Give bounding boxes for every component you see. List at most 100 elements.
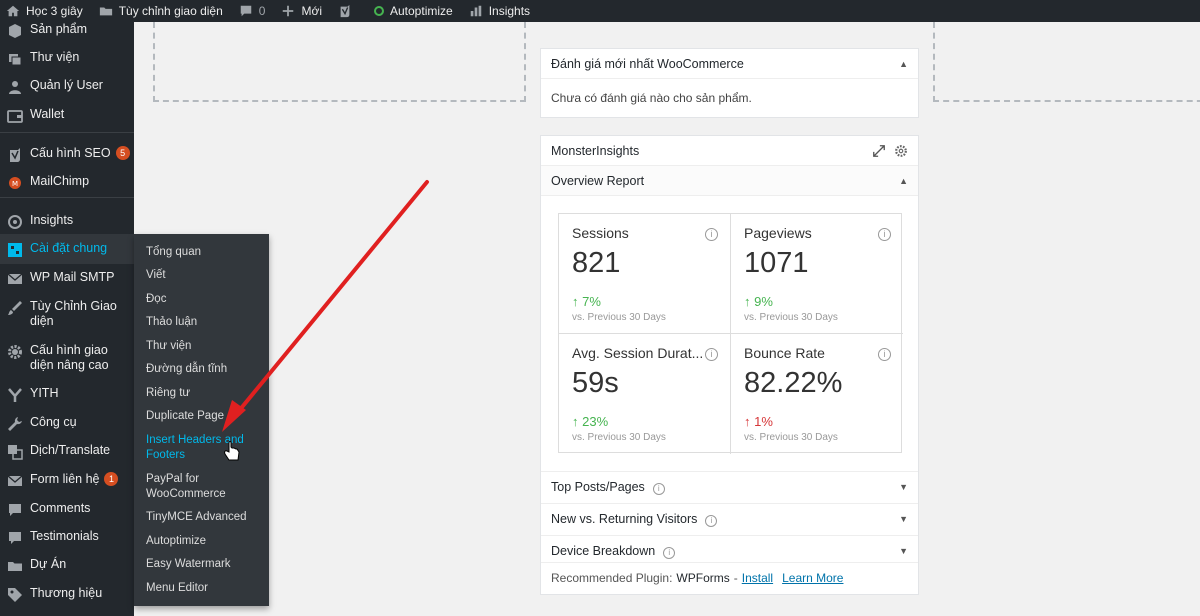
sidebar-item-mailchimp[interactable]: M MailChimp xyxy=(0,174,134,192)
install-link[interactable]: Install xyxy=(742,571,773,585)
mailchimp-icon: M xyxy=(6,174,24,192)
sidebar-item-insights[interactable]: Insights xyxy=(0,213,134,231)
adminbar-yoast[interactable] xyxy=(338,0,358,22)
submenu-item-easy-watermark[interactable]: Easy Watermark xyxy=(146,557,264,572)
separator-dash: - xyxy=(733,570,738,585)
media-icon xyxy=(6,50,24,68)
expand-caret-icon[interactable]: ▼ xyxy=(899,546,908,556)
adminbar-site[interactable]: Học 3 giây xyxy=(6,0,83,22)
stat-card: Avg. Session Durat... i 59s ↑ 23% vs. Pr… xyxy=(559,334,731,454)
info-icon[interactable]: i xyxy=(878,228,891,241)
expand-icon[interactable] xyxy=(872,144,886,158)
info-icon[interactable]: i xyxy=(705,348,718,361)
submenu-item-discussion[interactable]: Thảo luận xyxy=(146,315,264,330)
svg-text:M: M xyxy=(12,180,18,188)
sidebar-item-users[interactable]: Quản lý User xyxy=(0,78,134,96)
product-icon xyxy=(6,22,24,40)
submenu-item-media[interactable]: Thư viện xyxy=(146,339,264,354)
sidebar-item-products[interactable]: Sản phẩm xyxy=(0,22,134,40)
sidebar-item-label: Insights xyxy=(30,213,74,227)
stat-period: vs. Previous 30 Days xyxy=(744,432,838,443)
stat-change: ↑ 23% xyxy=(572,414,609,429)
stat-title: Avg. Session Durat... xyxy=(572,345,704,361)
expand-caret-icon[interactable]: ▼ xyxy=(899,482,908,492)
stat-period: vs. Previous 30 Days xyxy=(572,312,666,323)
yoast-icon xyxy=(6,146,24,164)
recommended-plugin-name: WPForms xyxy=(676,570,730,585)
submenu-item-tinymce[interactable]: TinyMCE Advanced xyxy=(146,510,264,525)
expand-caret-icon[interactable]: ▼ xyxy=(899,514,908,524)
submenu-item-insert-headers-footers[interactable]: Insert Headers and Footers xyxy=(146,433,246,463)
sidebar-item-brands[interactable]: Thương hiệu xyxy=(0,586,134,604)
adminbar-new-label: Mới xyxy=(301,4,322,18)
overview-report-header[interactable]: Overview Report ▲ xyxy=(541,166,918,196)
adminbar-new[interactable]: Mới xyxy=(281,0,322,22)
submenu-item-autoptimize[interactable]: Autoptimize xyxy=(146,534,264,549)
widget-header: MonsterInsights xyxy=(541,136,918,166)
submenu-item-paypal[interactable]: PayPal for WooCommerce xyxy=(146,472,236,502)
submenu-item-menu-editor[interactable]: Menu Editor xyxy=(146,581,264,596)
sidebar-item-settings[interactable]: Cài đặt chung xyxy=(0,234,134,264)
user-icon xyxy=(6,78,24,96)
notification-badge: 1 xyxy=(104,472,119,486)
comment-icon xyxy=(239,4,253,18)
sidebar-item-comments[interactable]: Comments xyxy=(0,501,134,519)
info-icon[interactable]: i xyxy=(705,228,718,241)
submenu-item-privacy[interactable]: Riêng tư xyxy=(146,386,264,401)
stat-title: Sessions xyxy=(572,225,629,241)
gear-icon[interactable] xyxy=(894,144,908,158)
sidebar-item-translate[interactable]: Dịch/Translate xyxy=(0,443,134,461)
widget-title: Đánh giá mới nhất WooCommerce xyxy=(551,56,744,71)
translate-icon xyxy=(6,443,24,461)
stat-card: Bounce Rate i 82.22% ↑ 1% vs. Previous 3… xyxy=(731,334,903,454)
submenu-item-writing[interactable]: Viết xyxy=(146,268,264,283)
info-icon[interactable]: i xyxy=(878,348,891,361)
section-new-returning[interactable]: New vs. Returning Visitors i ▼ xyxy=(541,503,918,534)
adminbar-autoptimize[interactable]: Autoptimize xyxy=(374,0,453,22)
section-title: New vs. Returning Visitors xyxy=(551,511,698,526)
adminbar-insights[interactable]: Insights xyxy=(469,0,530,22)
wallet-icon xyxy=(6,107,24,125)
info-icon[interactable]: i xyxy=(663,546,676,559)
section-top-posts[interactable]: Top Posts/Pages i ▼ xyxy=(541,471,918,502)
sidebar-item-advanced-theme[interactable]: Cấu hình giao diện nâng cao xyxy=(0,343,134,373)
sidebar-item-projects[interactable]: Dự Án xyxy=(0,557,134,575)
sidebar-item-label: Cấu hình giao diện nâng cao xyxy=(30,343,109,372)
submenu-item-duplicate-page[interactable]: Duplicate Page xyxy=(146,409,264,424)
adminbar-comments[interactable]: 0 xyxy=(239,0,265,22)
sidebar-item-yith[interactable]: YITH xyxy=(0,386,134,404)
sidebar-item-label: Testimonials xyxy=(30,529,99,543)
info-icon[interactable]: i xyxy=(652,482,665,495)
adminbar-site-label: Học 3 giây xyxy=(26,4,83,18)
sidebar-item-wallet[interactable]: Wallet xyxy=(0,107,134,125)
widget-header[interactable]: Đánh giá mới nhất WooCommerce ▲ xyxy=(541,49,918,79)
adminbar-customize[interactable]: Tùy chỉnh giao diện xyxy=(99,0,223,22)
sidebar-item-contact-form[interactable]: Form liên hệ 1 xyxy=(0,472,134,490)
submenu-item-reading[interactable]: Đọc xyxy=(146,292,264,307)
status-dot-icon xyxy=(374,6,384,16)
sidebar-item-tools[interactable]: Công cụ xyxy=(0,415,134,433)
sidebar-item-label: Cấu hình SEO xyxy=(30,146,111,160)
sidebar-item-seo[interactable]: Cấu hình SEO 5 xyxy=(0,146,134,164)
collapse-caret-icon[interactable]: ▲ xyxy=(899,176,908,186)
monsterinsights-widget: MonsterInsights Overview Report ▲ Sessio… xyxy=(540,135,919,595)
learn-more-link[interactable]: Learn More xyxy=(782,571,843,585)
submenu-item-general[interactable]: Tổng quan xyxy=(146,245,264,260)
sidebar-item-media[interactable]: Thư viện xyxy=(0,50,134,68)
stat-card: Sessions i 821 ↑ 7% vs. Previous 30 Days xyxy=(559,214,731,334)
sidebar-item-testimonials[interactable]: Testimonials xyxy=(0,529,134,547)
stat-change-value: 23% xyxy=(582,414,609,429)
sidebar-item-customize-theme[interactable]: Tùy Chỉnh Giao diện xyxy=(0,299,134,329)
yith-icon xyxy=(6,386,24,404)
collapse-caret-icon[interactable]: ▲ xyxy=(899,59,908,69)
insights-icon xyxy=(6,213,24,231)
info-icon[interactable]: i xyxy=(705,514,718,527)
sidebar-item-label: Dự Án xyxy=(30,557,67,571)
sidebar-item-label: MailChimp xyxy=(30,174,90,188)
widget-tools xyxy=(872,144,908,158)
stat-change: ↑ 1% xyxy=(744,414,773,429)
sidebar-item-wp-mail-smtp[interactable]: WP Mail SMTP xyxy=(0,270,134,288)
stat-value: 59s xyxy=(572,367,619,399)
submenu-item-permalinks[interactable]: Đường dẫn tĩnh xyxy=(146,362,264,377)
quote-icon xyxy=(6,529,24,547)
